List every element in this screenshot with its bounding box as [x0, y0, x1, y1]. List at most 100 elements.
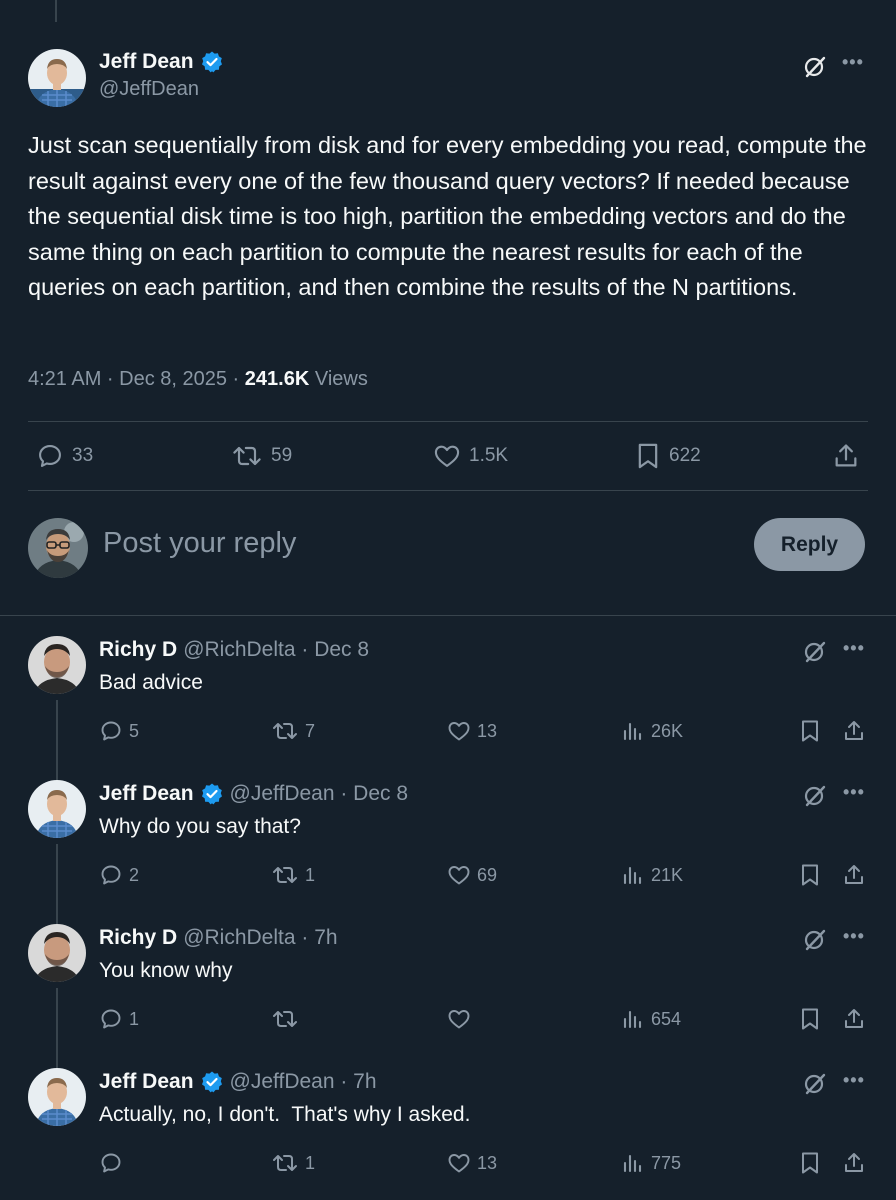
like-action[interactable]: 13 — [447, 1151, 497, 1175]
bookmark-icon — [802, 864, 818, 886]
main-tweet-header: Jeff Dean @JeffDean ••• — [28, 46, 868, 110]
like-icon — [448, 722, 470, 741]
tweet-timestamp[interactable]: 4:21 AM · Dec 8, 2025 · — [28, 368, 245, 390]
share-icon — [845, 865, 863, 884]
views-action[interactable]: 26K — [621, 719, 683, 743]
reply-action[interactable] — [99, 1151, 123, 1175]
share-action[interactable] — [842, 1151, 866, 1175]
bookmark-action[interactable] — [799, 719, 821, 743]
repost-action[interactable] — [271, 1007, 299, 1031]
thread-line — [56, 700, 58, 780]
reply-tweet[interactable]: Richy D @RichDelta · Dec 8 Bad advice ••… — [0, 636, 896, 780]
reply-tweet[interactable]: Jeff Dean @JeffDean · Dec 8 Why do you s… — [0, 780, 896, 924]
share-action[interactable] — [842, 1007, 866, 1031]
bookmark-action[interactable]: 622 — [635, 442, 701, 470]
reply-input[interactable]: Post your reply — [103, 527, 296, 560]
reply-header: Richy D @RichDelta · 7h — [99, 926, 338, 950]
reply-author-name[interactable]: Jeff Dean — [99, 1070, 194, 1094]
reply-handle-time[interactable]: @RichDelta · 7h — [183, 926, 337, 950]
reply-header: Richy D @RichDelta · Dec 8 — [99, 638, 369, 662]
views-count: 241.6K — [244, 368, 310, 390]
repost-count: 1 — [305, 864, 316, 885]
like-count: 1.5K — [469, 445, 509, 466]
reply-action[interactable]: 33 — [36, 442, 93, 470]
reply-handle-time[interactable]: @RichDelta · Dec 8 — [183, 638, 369, 662]
share-icon — [845, 1153, 863, 1172]
more-icon[interactable]: ••• — [843, 638, 865, 659]
reply-action[interactable]: 5 — [99, 719, 139, 743]
bookmark-icon — [802, 720, 818, 742]
current-user-avatar[interactable] — [28, 518, 88, 578]
author-name[interactable]: Jeff Dean — [99, 50, 194, 74]
views-action[interactable]: 775 — [621, 1151, 681, 1175]
verified-icon — [201, 51, 222, 73]
like-count: 13 — [477, 720, 498, 741]
main-author-name-row[interactable]: Jeff Dean — [99, 50, 224, 74]
reply-author-name[interactable]: Richy D — [99, 926, 177, 950]
more-icon[interactable]: ••• — [843, 926, 865, 947]
avatar-jeff-dean[interactable] — [28, 780, 86, 838]
reply-action[interactable]: 1 — [99, 1007, 139, 1031]
like-action[interactable] — [447, 1007, 471, 1031]
bookmark-action[interactable] — [799, 1151, 821, 1175]
views-action[interactable]: 654 — [621, 1007, 681, 1031]
views-action[interactable]: 21K — [621, 863, 683, 887]
more-icon[interactable]: ••• — [842, 52, 864, 73]
repost-action[interactable]: 1 — [271, 1151, 315, 1175]
views-label: Views — [309, 368, 368, 390]
grok-icon[interactable] — [803, 784, 827, 808]
repost-icon — [273, 1155, 297, 1171]
more-icon[interactable]: ••• — [843, 1070, 865, 1091]
share-action[interactable] — [832, 442, 860, 470]
share-action[interactable] — [842, 863, 866, 887]
reply-button[interactable]: Reply — [754, 518, 865, 571]
reply-text: Actually, no, I don't. That's why I aske… — [99, 1103, 471, 1126]
like-action[interactable]: 13 — [447, 719, 497, 743]
reply-handle-time[interactable]: @JeffDean · 7h — [230, 1070, 377, 1094]
reply-count: 2 — [129, 864, 140, 885]
verified-icon — [201, 1071, 222, 1093]
tweet-thread-page: Jeff Dean @JeffDean ••• Just scan sequen… — [0, 0, 896, 1200]
views-count: 21K — [651, 864, 684, 885]
grok-icon[interactable] — [803, 1072, 827, 1096]
divider — [28, 490, 868, 491]
more-icon[interactable]: ••• — [843, 782, 865, 803]
reply-author-name[interactable]: Jeff Dean — [99, 782, 194, 806]
reply-author-name[interactable]: Richy D — [99, 638, 177, 662]
reply-text: Why do you say that? — [99, 815, 301, 838]
repost-action[interactable]: 7 — [271, 719, 315, 743]
reply-tweet[interactable]: Richy D @RichDelta · 7h You know why •••… — [0, 924, 896, 1068]
reply-tweet[interactable]: Jeff Dean @JeffDean · 7h Actually, no, I… — [0, 1068, 896, 1200]
main-author-block: Jeff Dean @JeffDean — [99, 50, 224, 101]
like-action[interactable]: 1.5K — [433, 442, 508, 470]
reply-handle-time[interactable]: @JeffDean · Dec 8 — [230, 782, 409, 806]
reply-icon — [101, 1009, 121, 1029]
views-icon — [623, 722, 642, 741]
bookmark-action[interactable] — [799, 863, 821, 887]
avatar-richy-d[interactable] — [28, 636, 86, 694]
avatar-jeff-dean[interactable] — [28, 1068, 86, 1126]
share-action[interactable] — [842, 719, 866, 743]
author-handle[interactable]: @JeffDean — [99, 78, 224, 101]
share-icon — [845, 1009, 863, 1028]
reply-actions: 1 654 — [99, 1007, 869, 1037]
divider — [28, 421, 868, 422]
reply-actions: 2 1 69 21K — [99, 863, 869, 893]
reply-action[interactable]: 2 — [99, 863, 139, 887]
grok-icon[interactable] — [803, 55, 827, 79]
repost-action[interactable]: 59 — [231, 442, 292, 470]
avatar-richy-d[interactable] — [28, 924, 86, 982]
main-tweet-meta: 4:21 AM · Dec 8, 2025 · 241.6K Views — [28, 368, 368, 391]
views-icon — [623, 1010, 642, 1029]
grok-icon[interactable] — [803, 640, 827, 664]
reply-text: Bad advice — [99, 671, 203, 694]
repost-icon — [233, 446, 261, 466]
bookmark-action[interactable] — [799, 1007, 821, 1031]
reply-icon — [101, 721, 121, 741]
reply-text: You know why — [99, 959, 233, 982]
grok-icon[interactable] — [803, 928, 827, 952]
avatar-jeff-dean[interactable] — [28, 49, 86, 107]
thread-line — [56, 988, 58, 1068]
repost-action[interactable]: 1 — [271, 863, 315, 887]
like-action[interactable]: 69 — [447, 863, 497, 887]
